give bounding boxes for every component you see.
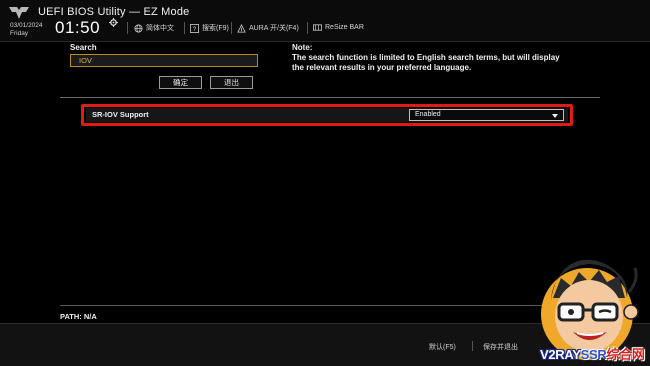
path-text: PATH: N/A: [60, 312, 97, 321]
save-exit-button[interactable]: 保存并退出: [483, 342, 518, 352]
search-input[interactable]: [70, 54, 258, 67]
watermark-part2: SSR: [580, 347, 607, 362]
note-text: The search function is limited to Englis…: [292, 53, 560, 72]
top-bar: UEFI BIOS Utility — EZ Mode 03/01/2024 F…: [0, 0, 650, 42]
top-separator: [184, 22, 185, 34]
default-button[interactable]: 默认(F5): [429, 342, 456, 352]
aura-label: AURA 开/关(F4): [249, 25, 299, 32]
search-shortcut-label: 搜索(F9): [202, 25, 229, 32]
resize-bar-label: ReSize BAR: [325, 24, 364, 31]
watermark-part3: 综合网: [606, 347, 645, 362]
day-text: Friday: [10, 30, 29, 37]
resize-bar-icon: [313, 24, 322, 31]
bottom-divider: [60, 305, 600, 306]
search-label: Search: [70, 43, 97, 52]
gear-icon[interactable]: [109, 18, 118, 27]
tuf-logo-icon: [9, 7, 29, 19]
globe-icon: [134, 23, 143, 33]
svg-text:?: ?: [193, 26, 197, 33]
confirm-button[interactable]: 确定: [159, 76, 202, 89]
top-separator: [307, 22, 308, 34]
exit-button[interactable]: 退出: [210, 76, 253, 89]
clock: 01:50: [55, 18, 101, 37]
watermark-text: V2RAYSSR综合网: [540, 344, 645, 363]
app-title: UEFI BIOS Utility — EZ Mode: [38, 6, 190, 18]
aura-icon: [237, 23, 246, 33]
top-separator: [231, 22, 232, 34]
date-text: 03/01/2024: [10, 22, 43, 29]
note-title: Note:: [292, 43, 313, 52]
language-label: 简体中文: [146, 25, 174, 32]
question-icon: ?: [190, 23, 199, 33]
highlight-box: [81, 104, 573, 126]
language-button[interactable]: 简体中文: [134, 23, 174, 33]
date-display: 03/01/2024 Friday: [10, 22, 43, 38]
divider: [60, 97, 600, 98]
watermark-part1: V2RAY: [540, 347, 581, 362]
search-button[interactable]: ? 搜索(F9): [190, 23, 229, 33]
footer-separator: [472, 341, 473, 351]
resize-bar-button[interactable]: ReSize BAR: [313, 23, 364, 32]
aura-toggle-button[interactable]: AURA 开/关(F4): [237, 23, 299, 33]
top-separator: [127, 22, 128, 34]
